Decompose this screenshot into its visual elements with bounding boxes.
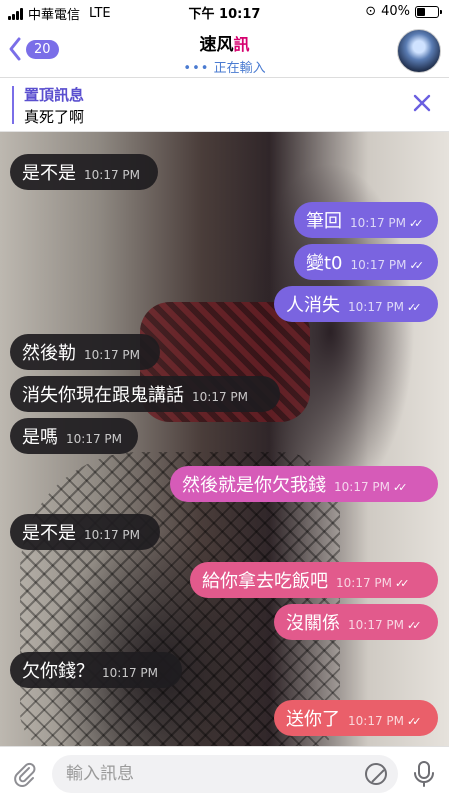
message-time: 10:17 PM [348,714,404,728]
read-check-icon: ✓✓ [409,216,424,230]
pinned-message[interactable]: 置頂訊息 真死了啊 [0,78,449,132]
message-outgoing[interactable]: 筆回 10:17 PM ✓✓ [294,202,438,238]
message-field[interactable] [52,755,398,793]
read-check-icon: ✓✓ [409,258,425,272]
message-incoming[interactable]: 是嗎 10:17 PM [10,418,138,454]
message-incoming[interactable]: 然後勒 10:17 PM [10,334,160,370]
message-time: 10:17 PM [348,618,404,632]
message-time: 10:17 PM [348,300,404,314]
message-outgoing[interactable]: 送你了 10:17 PM ✓✓ [274,700,438,736]
battery-icon [415,5,442,18]
message-text: 給你拿去吃飯吧 [202,571,328,592]
read-check-icon: ✓✓ [395,576,410,590]
orientation-lock-icon: ⊙ [365,4,377,19]
message-outgoing[interactable]: 然後就是你欠我錢 10:17 PM ✓✓ [170,466,438,502]
chat-title: 速风 [199,35,234,55]
chat-area[interactable]: 是不是 10:17 PM 筆回 10:17 PM ✓✓ 變t0 10:17 PM… [0,132,449,746]
pinned-label: 置頂訊息 [24,86,85,104]
message-text: 是不是 [22,163,76,184]
message-text: 是不是 [22,523,76,544]
message-time: 10:17 PM [334,480,390,494]
message-text: 欠你錢？ [22,661,94,682]
message-text: 筆回 [306,211,342,232]
paperclip-icon[interactable] [12,761,38,787]
message-time: 10:17 PM [350,258,407,272]
battery-percent: 40% [381,4,410,19]
message-outgoing[interactable]: 給你拿去吃飯吧 10:17 PM ✓✓ [190,562,438,598]
message-time: 10:17 PM [102,666,158,680]
message-text: 是嗎 [22,427,58,448]
chat-title-area[interactable]: 速风訊 ••• 正在輸入 [0,30,449,76]
message-text: 然後勒 [22,343,76,364]
read-check-icon: ✓✓ [407,300,422,314]
message-text: 沒關係 [286,613,340,634]
read-check-icon: ✓✓ [393,480,408,494]
typing-status: 正在輸入 [213,61,266,76]
message-incoming[interactable]: 消失你現在跟鬼講話 10:17 PM [10,376,280,412]
message-time: 10:17 PM [84,528,140,542]
message-time: 10:17 PM [336,576,392,590]
message-outgoing[interactable]: 變t0 10:17 PM ✓✓ [294,244,438,280]
message-time: 10:17 PM [192,390,248,404]
message-text: 然後就是你欠我錢 [182,475,326,496]
message-text: 送你了 [286,709,340,730]
message-time: 10:17 PM [84,348,140,362]
message-incoming[interactable]: 是不是 10:17 PM [10,154,158,190]
chat-header: 20 速风訊 ••• 正在輸入 [0,24,449,78]
message-outgoing[interactable]: 人消失 10:17 PM ✓✓ [274,286,438,322]
message-text: 消失你現在跟鬼講話 [22,385,184,406]
read-check-icon: ✓✓ [407,618,422,632]
avatar[interactable] [397,29,441,73]
close-icon[interactable] [411,92,433,114]
sticker-icon[interactable] [364,762,388,786]
microphone-icon[interactable] [413,760,435,788]
message-incoming[interactable]: 欠你錢？ 10:17 PM [10,652,182,688]
message-input[interactable] [66,755,356,793]
message-time: 10:17 PM [66,432,122,446]
message-outgoing[interactable]: 沒關係 10:17 PM ✓✓ [274,604,438,640]
message-incoming[interactable]: 是不是 10:17 PM [10,514,160,550]
typing-dots-icon: ••• [183,61,210,76]
message-time: 10:17 PM [350,216,406,230]
pinned-accent-bar [12,86,14,124]
pinned-text: 真死了啊 [24,108,85,126]
composer [0,746,449,800]
message-time: 10:17 PM [84,168,140,182]
read-check-icon: ✓✓ [407,714,422,728]
status-bar: 中華電信 LTE 下午 10:17 ⊙ 40% [0,0,449,24]
message-text: 人消失 [286,295,340,316]
title-decoration: 訊 [233,35,250,54]
message-text: 變t0 [306,253,343,274]
